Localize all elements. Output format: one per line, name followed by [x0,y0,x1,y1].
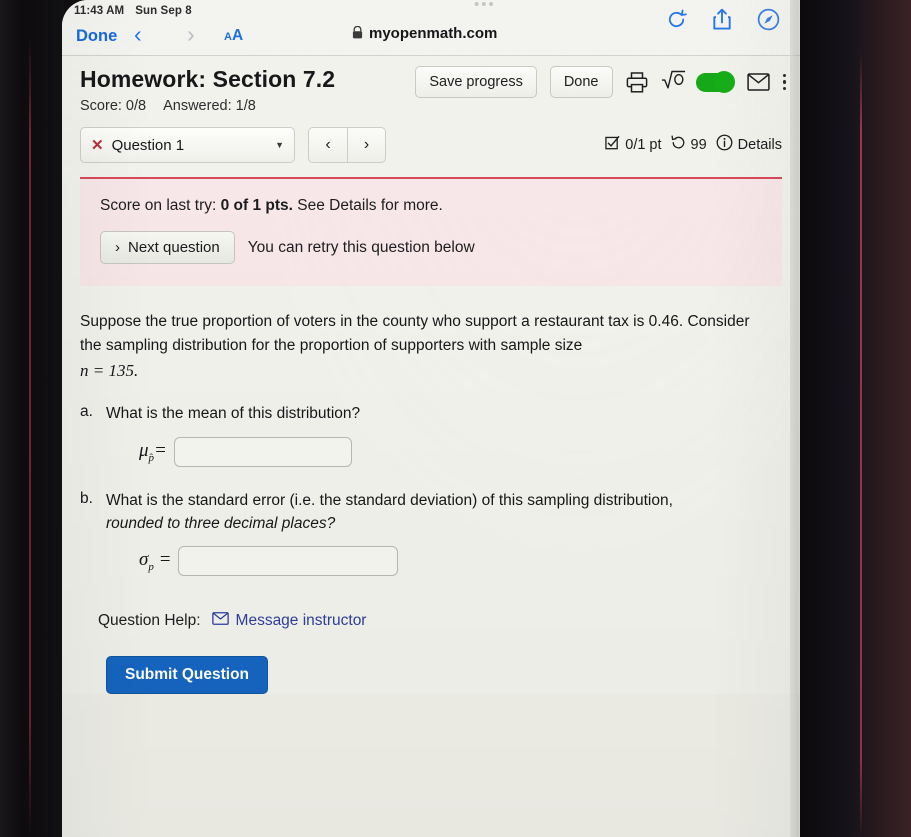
page-blank-area [62,694,800,837]
score-label: Score: 0/8 [80,98,147,114]
status-time: 11:43 AM [74,5,125,17]
myopenmath-page: Homework: Section 7.2 Score: 0/8 Answere… [62,56,800,837]
alert-score-text: Score on last try: 0 of 1 pts. See Detai… [100,197,762,215]
alert-score-bold: 0 of 1 pts. [220,197,293,214]
score-summary: Score: 0/8 Answered: 1/8 [80,98,778,114]
part-a-answer-row: μp̂= [106,436,774,467]
safari-compass-icon[interactable] [757,8,780,31]
address-bar[interactable]: myopenmath.com [352,25,497,42]
part-b-letter: b. [80,489,93,507]
part-b-answer-input[interactable] [178,546,399,577]
question-select-label: Question 1 [111,136,185,154]
question-part-b: b. What is the standard error (i.e. the … [80,489,774,577]
sample-size-math: n = 135. [80,361,139,381]
lock-icon [352,25,363,42]
mu-symbol: μ [139,439,149,461]
next-question-label: Next question [128,239,220,256]
math-preview-toggle[interactable] [695,70,735,93]
next-question-button[interactable]: › [347,127,386,163]
retry-hint-text: You can retry this question below [247,238,475,256]
forward-chevron-icon[interactable]: › [187,21,195,48]
question-paragraph-line1: Suppose the true proportion of voters in… [80,313,684,330]
kebab-menu-icon[interactable] [782,73,786,91]
envelope-icon [211,612,229,630]
prev-question-button[interactable]: ‹ [308,127,347,163]
question-part-a: a. What is the mean of this distribution… [80,402,774,467]
question-select-dropdown[interactable]: ✕ Question 1 ▼ [80,127,295,163]
bezel-left-seam [29,38,31,837]
next-question-alert-button[interactable]: › Next question [100,231,235,264]
aa-big-letter: A [231,27,244,44]
sigma-equals: = [158,549,172,571]
details-group[interactable]: Details [716,134,782,155]
answered-label: Answered: 1/8 [163,98,256,114]
header-actions: Save progress Done [415,66,786,98]
question-navigation: ✕ Question 1 ▼ ‹ › 0/1 pt 99 Details [80,127,782,167]
part-a-answer-input[interactable] [173,436,352,467]
homework-header: Homework: Section 7.2 Score: 0/8 Answere… [62,56,800,118]
attempts-label: 99 [690,136,707,153]
reload-icon[interactable] [666,9,687,30]
part-a-letter: a. [80,403,93,421]
alert-actions: › Next question You can retry this quest… [100,231,762,264]
browser-done-button[interactable]: Done [76,27,117,46]
chevron-right-icon: › [115,239,120,256]
sigma-subscript: p [148,561,154,574]
question-arrows: ‹ › [308,127,386,163]
part-b-answer-row: σp = [106,546,774,577]
score-alert-box: Score on last try: 0 of 1 pts. See Detai… [80,179,782,286]
chevron-down-icon: ▼ [275,140,284,150]
points-label: 0/1 pt [625,136,662,153]
points-group: 0/1 pt [605,135,662,154]
question-help-row: Question Help: Message instructor [98,612,774,630]
part-b-prompt: What is the standard error (i.e. the sta… [106,491,673,509]
sigma-p-label: σp = [139,549,171,573]
browser-toolbar: Done ‹ › AA myopenmath.com [62,8,800,55]
submit-question-button[interactable]: Submit Question [106,656,268,695]
tablet-photo: ••• 11:43 AM Sun Sep 8 Done ‹ › AA myope… [0,0,911,837]
sigma-symbol: σ [139,549,149,571]
ios-status-bar: 11:43 AM Sun Sep 8 [74,5,192,17]
retry-arrow-icon [671,135,686,154]
text-size-aa-button[interactable]: AA [224,27,243,45]
back-chevron-icon[interactable]: ‹ [134,21,142,48]
attempts-group: 99 [671,135,707,154]
device-bezel-right [800,0,911,837]
info-circle-icon [716,134,733,155]
bezel-right-seam [860,52,862,837]
message-instructor-label: Message instructor [235,612,367,630]
tablet-screen: ••• 11:43 AM Sun Sep 8 Done ‹ › AA myope… [62,0,800,837]
device-bezel-left [0,0,64,837]
part-b-prompt-italic: rounded to three decimal places? [106,514,336,532]
envelope-icon[interactable] [746,73,770,91]
question-prompt: Suppose the true proportion of voters in… [80,310,750,384]
math-keyboard-icon[interactable] [661,70,686,94]
question-meta: 0/1 pt 99 Details [605,134,782,155]
save-progress-button[interactable]: Save progress [415,66,537,98]
aa-small-letter: A [224,31,232,43]
question-body: Suppose the true proportion of voters in… [62,286,800,695]
alert-score-prefix: Score on last try: [100,197,221,214]
done-button[interactable]: Done [549,66,613,98]
checkbox-icon [605,135,620,154]
mu-equals: = [154,439,167,461]
status-date: Sun Sep 8 [135,5,192,17]
address-bar-url: myopenmath.com [369,25,498,42]
share-icon[interactable] [712,8,732,31]
mu-phat-label: μp̂= [139,440,167,464]
alert-score-suffix: See Details for more. [292,197,443,214]
browser-action-icons [666,8,780,31]
printer-icon[interactable] [626,71,648,93]
part-a-prompt: What is the mean of this distribution? [106,405,361,423]
details-label: Details [737,136,782,153]
question-parts: a. What is the mean of this distribution… [80,402,774,577]
message-instructor-link[interactable]: Message instructor [211,612,367,630]
question-help-label: Question Help: [98,612,201,630]
incorrect-x-icon: ✕ [91,137,104,154]
status-ellipsis: ••• [474,0,496,13]
safari-toolbar: ••• 11:43 AM Sun Sep 8 Done ‹ › AA myope… [62,0,800,56]
